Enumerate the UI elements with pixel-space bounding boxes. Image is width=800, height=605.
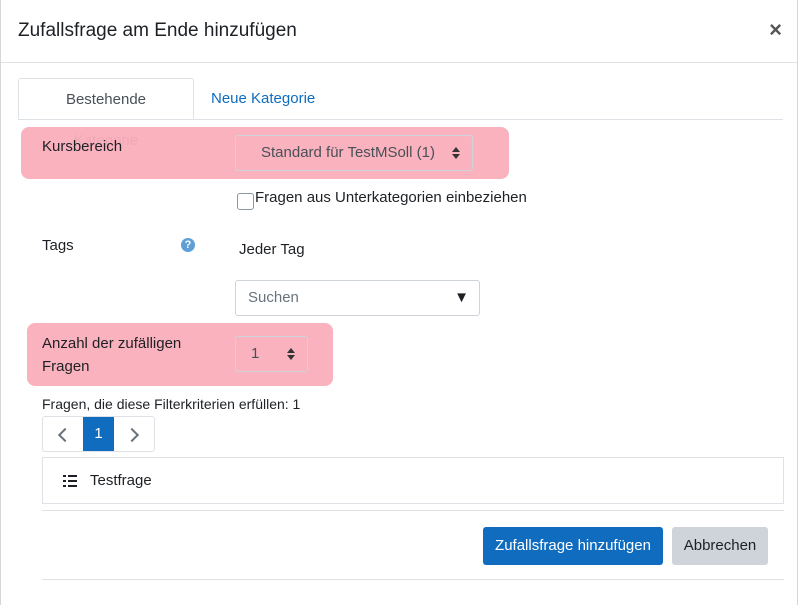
cancel-button[interactable]: Abbrechen	[672, 527, 768, 565]
results-summary: Fragen, die diese Filterkriterien erfüll…	[42, 396, 301, 412]
divider	[42, 510, 784, 511]
include-subcategories-checkbox[interactable]	[237, 193, 254, 210]
question-type-icon	[63, 475, 77, 489]
count-select-value: 1	[251, 345, 260, 362]
add-random-question-button[interactable]: Zufallsfrage hinzufügen	[483, 527, 663, 565]
chevron-left-icon	[57, 428, 73, 443]
modal-header: Zufallsfrage am Ende hinzufügen ×	[1, 0, 797, 63]
close-icon[interactable]: ×	[769, 17, 782, 43]
category-select-value: Standard für TestMSoll (1)	[261, 144, 435, 161]
include-subcategories-label: Fragen aus Unterkategorien einbeziehen	[255, 189, 527, 206]
tags-value: Jeder Tag	[239, 241, 305, 258]
tags-label: Tags	[42, 237, 74, 254]
tags-search-input[interactable]: Suchen ▼	[235, 280, 480, 316]
help-icon[interactable]: ?	[181, 238, 195, 252]
tab-new-category[interactable]: Neue Kategorie	[195, 78, 331, 119]
modal-dialog: Zufallsfrage am Ende hinzufügen × Besteh…	[0, 0, 798, 605]
pagination-next[interactable]	[114, 417, 154, 451]
modal-title: Zufallsfrage am Ende hinzufügen	[18, 20, 297, 41]
tab-existing-category[interactable]: Bestehende Kategorie	[18, 78, 194, 149]
category-label: Kursbereich	[42, 138, 123, 155]
divider	[42, 579, 784, 580]
question-name: Testfrage	[90, 472, 152, 489]
question-list: Testfrage	[42, 457, 784, 504]
category-tabs: Bestehende Kategorie Neue Kategorie	[18, 78, 783, 149]
count-label-line1: Anzahl der zufälligen	[42, 335, 182, 352]
tags-search-placeholder: Suchen	[248, 289, 299, 306]
pagination: 1	[42, 416, 155, 452]
category-select[interactable]: Standard für TestMSoll (1)	[235, 135, 473, 171]
dropdown-arrow-icon[interactable]: ▼	[454, 289, 469, 306]
chevron-right-icon	[124, 428, 140, 443]
count-label-line2: Fragen	[42, 358, 90, 375]
select-arrows-icon	[452, 147, 460, 159]
pagination-prev[interactable]	[43, 417, 83, 451]
select-arrows-icon	[287, 348, 295, 360]
pagination-page-current[interactable]: 1	[83, 417, 114, 451]
count-select[interactable]: 1	[235, 336, 308, 372]
